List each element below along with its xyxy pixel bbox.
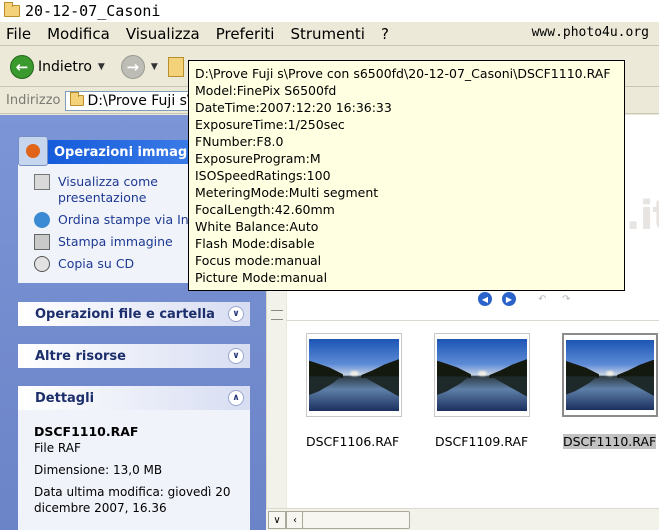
scrollbar-grip[interactable]	[271, 310, 283, 320]
scroll-down-icon[interactable]: ∨	[268, 511, 286, 529]
task-print-label: Stampa immagine	[58, 234, 173, 249]
slideshow-icon	[34, 174, 50, 190]
tooltip-fnumber: FNumber:F8.0	[195, 134, 284, 149]
tooltip-focal-length: FocalLength:42.60mm	[195, 202, 335, 217]
tooltip-flash: Flash Mode:disable	[195, 236, 315, 251]
scrollbar-thumb[interactable]	[302, 511, 410, 529]
details-header[interactable]: Dettagli ∧	[18, 386, 250, 410]
back-label: Indietro	[38, 58, 92, 75]
menu-preferiti[interactable]: Preferiti	[216, 25, 275, 43]
menu-visualizza[interactable]: Visualizza	[126, 25, 200, 43]
thumbnail-2[interactable]	[434, 333, 530, 417]
back-button[interactable]: ← Indietro ▼	[10, 54, 105, 79]
thumbnail-3[interactable]	[562, 333, 658, 417]
task-copy-cd-label: Copia su CD	[58, 256, 135, 271]
task-slideshow-label: Visualizza come	[58, 174, 158, 189]
forward-arrow-icon: →	[120, 54, 145, 79]
task-order-prints-label: Ordina stampe via Inte	[58, 212, 202, 227]
tooltip-white-balance: White Balance:Auto	[195, 219, 319, 234]
tooltip-iso: ISOSpeedRatings:100	[195, 168, 331, 183]
chevron-down-icon[interactable]: ∨	[228, 306, 244, 322]
river-photo-thumbnail	[437, 339, 527, 411]
watermark-part-c: .it	[625, 193, 659, 239]
tooltip-picture-mode: Picture Mode:manual	[195, 270, 328, 285]
previous-image-icon[interactable]: ◀	[478, 292, 492, 306]
details-title: Dettagli	[35, 390, 95, 406]
menu-modifica[interactable]: Modifica	[47, 25, 110, 43]
rotate-left-icon[interactable]: ↶	[538, 294, 552, 305]
image-tasks-icon	[18, 136, 48, 166]
menu-strumenti[interactable]: Strumenti	[290, 25, 364, 43]
preview-divider	[287, 320, 659, 321]
details-size: Dimensione: 13,0 MB	[34, 463, 163, 477]
menu-help[interactable]: ?	[381, 25, 389, 43]
details-modified-2: dicembre 2007, 16.36	[34, 501, 167, 515]
details-panel: Dettagli ∧ DSCF1110.RAF File RAF Dimensi…	[18, 386, 250, 530]
chevron-down-icon[interactable]: ∨	[228, 348, 244, 364]
thumbnail-2-label[interactable]: DSCF1109.RAF	[435, 434, 528, 449]
rotate-right-icon[interactable]: ↷	[562, 294, 576, 305]
tooltip-path: D:\Prove Fuji s\Prove con s6500fd\20-12-…	[195, 66, 611, 81]
river-photo-thumbnail	[566, 340, 654, 410]
thumbnail-3-label[interactable]: DSCF1110.RAF	[563, 434, 657, 449]
menu-file[interactable]: File	[6, 25, 31, 43]
menu-bar: File Modifica Visualizza Preferiti Strum…	[0, 22, 659, 46]
other-places-panel: Altre risorse ∨	[18, 344, 250, 368]
other-places-header[interactable]: Altre risorse ∨	[18, 344, 250, 368]
forward-button[interactable]: → ▼	[120, 54, 158, 79]
file-tasks-panel: Operazioni file e cartella ∨	[18, 302, 250, 326]
task-slideshow-label2: presentazione	[58, 190, 147, 205]
tooltip-exposure-time: ExposureTime:1/250sec	[195, 117, 345, 132]
printer-icon	[34, 234, 50, 250]
up-folder-icon[interactable]	[167, 56, 184, 77]
details-modified: Data ultima modifica: giovedì 20	[34, 485, 231, 499]
tooltip-focus: Focus mode:manual	[195, 253, 322, 268]
window-title: 20-12-07_Casoni	[25, 2, 161, 20]
file-info-tooltip: D:\Prove Fuji s\Prove con s6500fd\20-12-…	[188, 60, 625, 291]
file-tasks-title: Operazioni file e cartella	[35, 306, 215, 322]
chevron-up-icon[interactable]: ∧	[228, 390, 244, 406]
tooltip-model: Model:FinePix S6500fd	[195, 83, 337, 98]
thumbnail-1-label[interactable]: DSCF1106.RAF	[306, 434, 399, 449]
title-bar: 20-12-07_Casoni	[0, 0, 659, 22]
horizontal-scrollbar[interactable]: ∨ ‹	[266, 508, 659, 530]
river-photo-thumbnail	[309, 339, 399, 411]
forward-dropdown-icon[interactable]: ▼	[151, 62, 158, 72]
details-filename: DSCF1110.RAF	[34, 424, 139, 439]
web-order-icon	[34, 212, 50, 228]
file-tasks-header[interactable]: Operazioni file e cartella ∨	[18, 302, 250, 326]
back-arrow-icon: ←	[10, 54, 34, 79]
address-value: D:\Prove Fuji s\P	[87, 92, 201, 109]
cd-icon	[34, 256, 50, 272]
preview-controls: ◀ ▶ ↶ ↷	[478, 292, 576, 306]
back-dropdown-icon[interactable]: ▼	[98, 62, 105, 72]
folder-icon	[4, 2, 20, 17]
tooltip-datetime: DateTime:2007:12:20 16:36:33	[195, 100, 392, 115]
tooltip-exposure-program: ExposureProgram:M	[195, 151, 321, 166]
tooltip-metering: MeteringMode:Multi segment	[195, 185, 379, 200]
thumbnail-1[interactable]	[306, 333, 402, 417]
next-image-icon[interactable]: ▶	[502, 292, 516, 306]
other-places-title: Altre risorse	[35, 348, 126, 364]
folder-icon	[69, 92, 84, 106]
details-type: File RAF	[34, 441, 81, 455]
image-tasks-title: Operazioni immagine	[54, 144, 210, 160]
address-label: Indirizzo	[6, 93, 61, 108]
brand-url: www.photo4u.org	[531, 25, 649, 40]
